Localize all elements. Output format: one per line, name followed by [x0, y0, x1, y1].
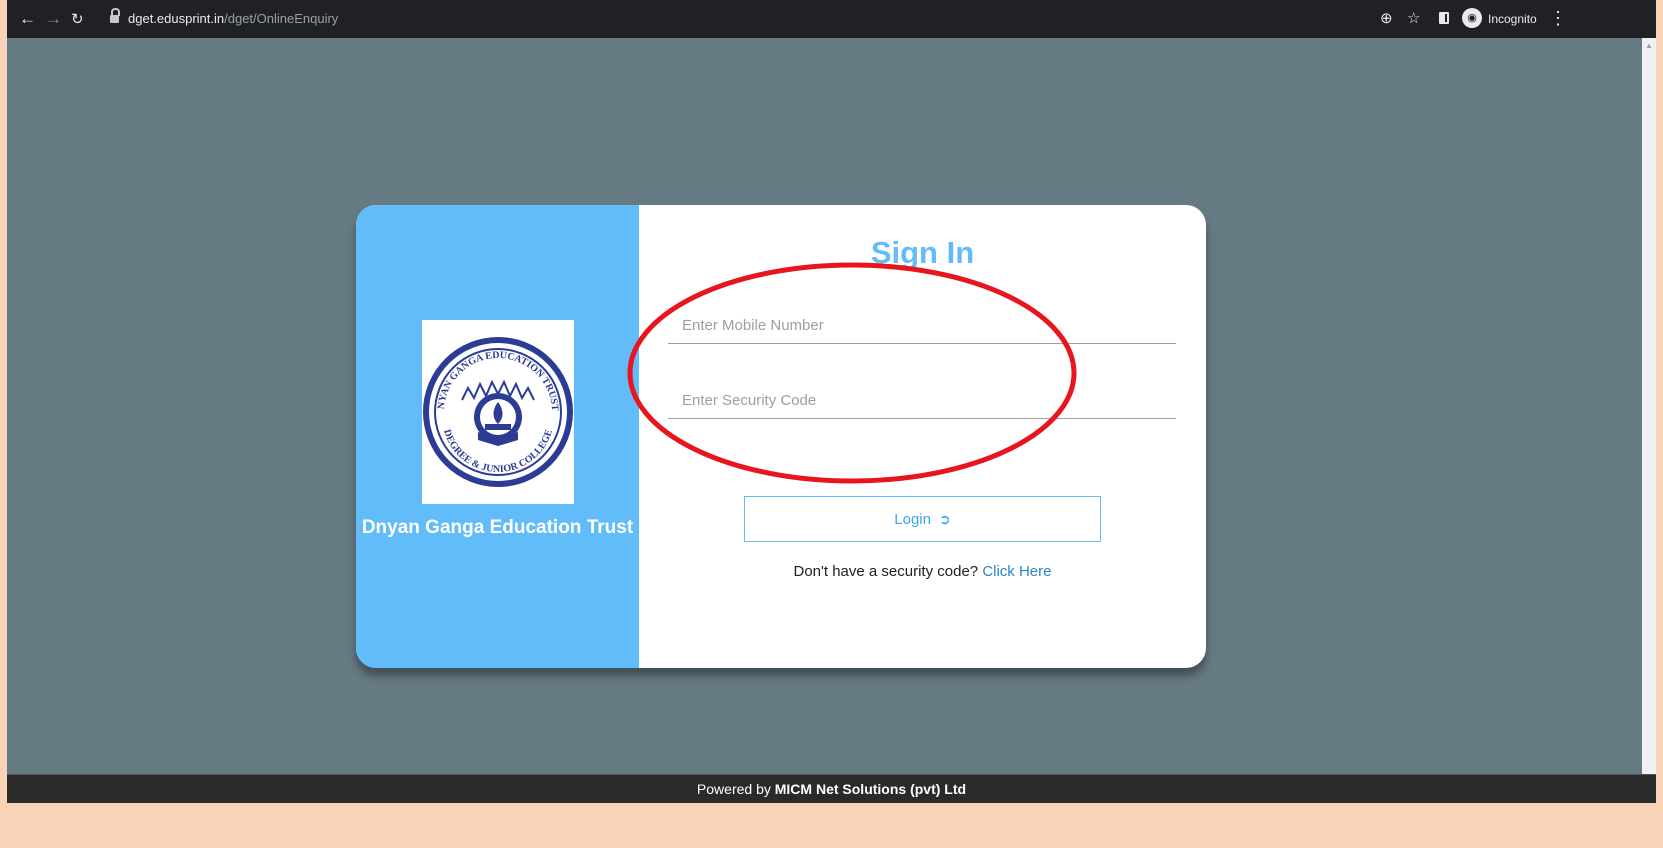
forward-icon[interactable]: → [45, 9, 62, 29]
back-icon[interactable]: ← [19, 9, 36, 29]
browser-toolbar: ← → ↻ dget.edusprint.in/dget/OnlineEnqui… [7, 0, 1656, 38]
footer-prefix: Powered by [696, 781, 771, 797]
org-name: Dnyan Ganga Education Trust [361, 517, 634, 538]
kebab-menu-icon[interactable]: ⋮ [1549, 8, 1567, 28]
browser-window: ← → ↻ dget.edusprint.in/dget/OnlineEnqui… [7, 0, 1656, 848]
scroll-up-icon[interactable]: ▲ [1645, 41, 1653, 50]
login-label: Login [894, 510, 931, 528]
scrollbar[interactable]: ▲ [1642, 38, 1656, 774]
red-highlight-ellipse [627, 262, 1077, 484]
brand-panel: DNYAN GANGA EDUCATION TRUSTS DEGREE & JU… [356, 205, 639, 668]
click-here-link[interactable]: Click Here [982, 563, 1051, 580]
login-button[interactable]: Login ➲ [744, 496, 1101, 542]
lock-icon [110, 8, 120, 23]
hint-text: Don't have a security code? [793, 563, 979, 580]
footer: Powered by MICM Net Solutions (pvt) Ltd [7, 774, 1656, 804]
security-code-hint: Don't have a security code? Click Here [639, 562, 1206, 582]
incognito-label[interactable]: Incognito [1488, 11, 1537, 27]
footer-company: MICM Net Solutions (pvt) Ltd [774, 781, 967, 797]
url-path: /dget/OnlineEnquiry [224, 11, 339, 26]
sign-in-icon: ➲ [938, 510, 951, 527]
star-icon[interactable]: ☆ [1407, 10, 1420, 28]
reload-icon[interactable]: ↻ [71, 10, 84, 30]
page-bottom-margin [7, 803, 1656, 848]
address-bar[interactable]: dget.edusprint.in/dget/OnlineEnquiry [128, 11, 338, 27]
incognito-icon[interactable]: ◉ [1462, 8, 1482, 28]
url-host: dget.edusprint.in [128, 11, 225, 26]
zoom-icon[interactable]: ⊕ [1380, 10, 1393, 28]
side-panel-icon[interactable] [1439, 12, 1449, 24]
college-logo: DNYAN GANGA EDUCATION TRUSTS DEGREE & JU… [422, 320, 574, 504]
